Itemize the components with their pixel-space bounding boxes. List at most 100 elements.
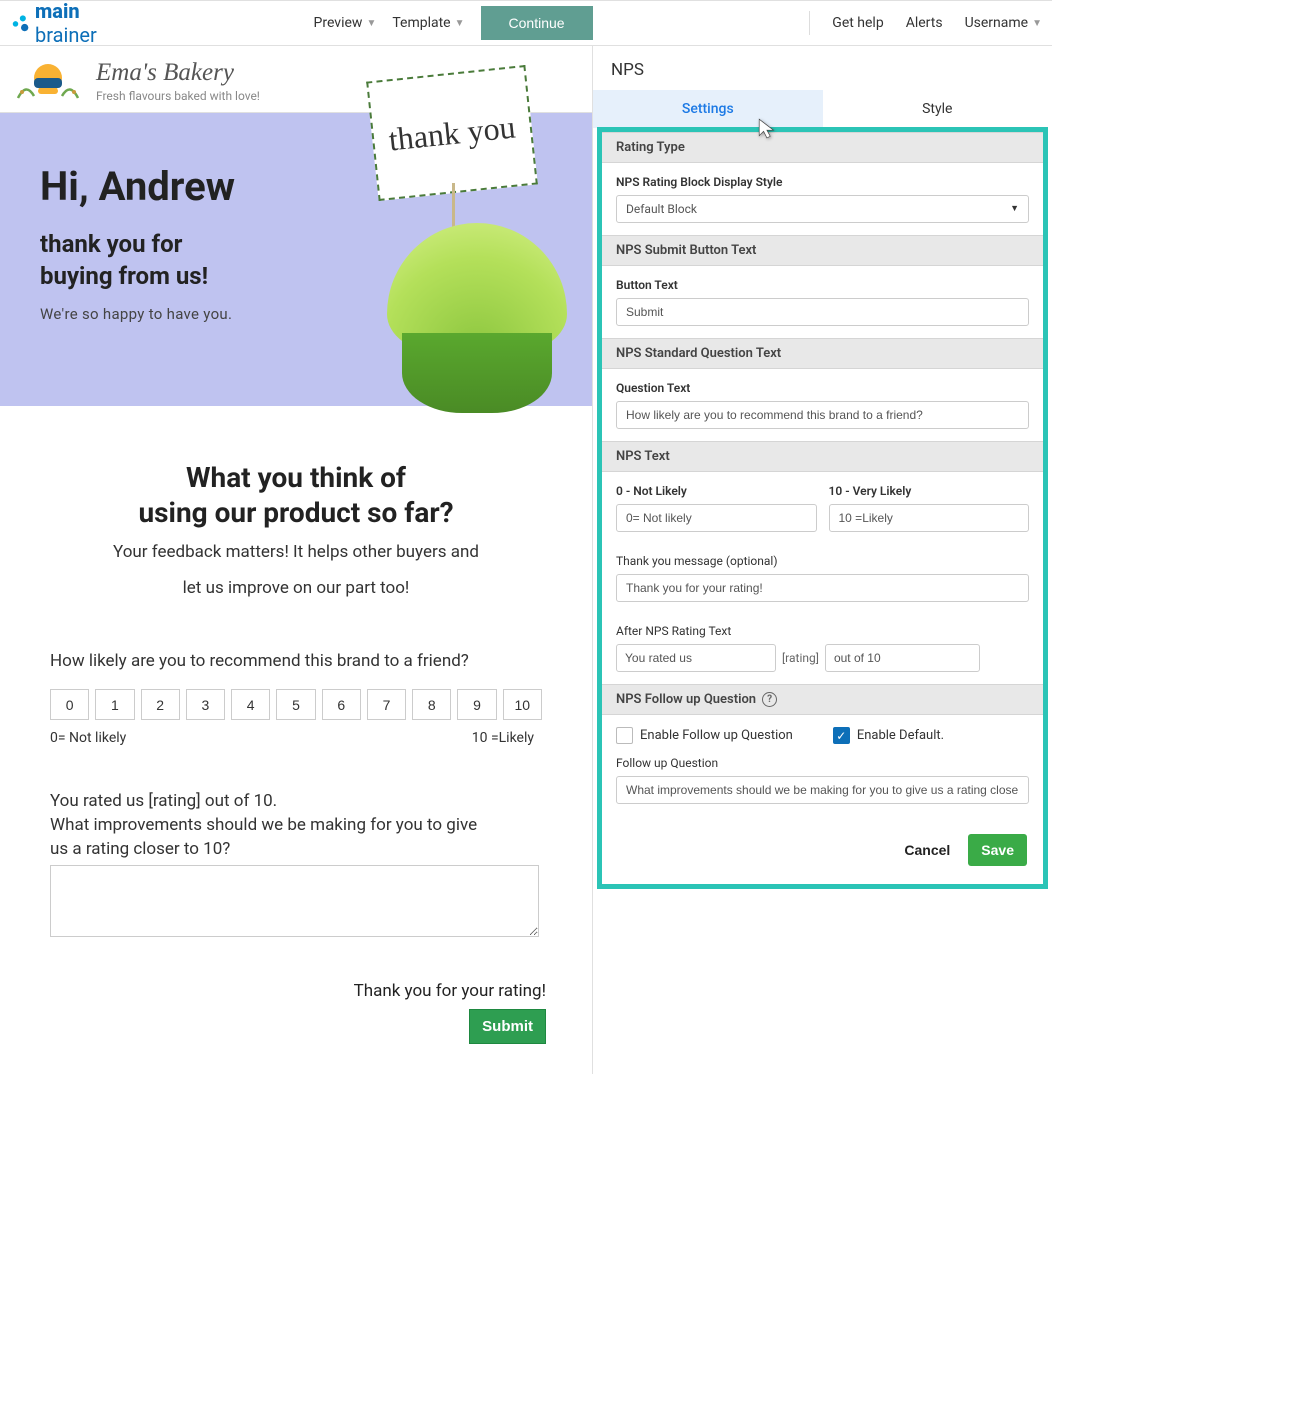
- divider: [809, 11, 810, 35]
- high-value-input[interactable]: [829, 504, 1030, 532]
- submit-text-input[interactable]: [616, 298, 1029, 326]
- chevron-down-icon: ▼: [366, 18, 376, 29]
- panel-footer: Cancel Save: [602, 816, 1043, 884]
- username-dropdown[interactable]: Username ▼: [965, 15, 1042, 31]
- survey-title-2: using our product so far?: [24, 495, 568, 530]
- feedback-textarea[interactable]: [50, 865, 539, 937]
- question-text-input[interactable]: [616, 401, 1029, 429]
- section-body-submit: Button Text: [602, 266, 1043, 338]
- username-label: Username: [965, 15, 1029, 31]
- section-header-question: NPS Standard Question Text: [602, 338, 1043, 369]
- bakery-logo-icon: [12, 56, 84, 106]
- preview-dropdown[interactable]: Preview ▼: [314, 15, 377, 31]
- thanks-message: Thank you for your rating!: [24, 981, 546, 1001]
- rated-line-1: You rated us [rating] out of 10.: [50, 790, 542, 814]
- bakery-title: Ema's Bakery: [96, 59, 260, 87]
- rating-button-9[interactable]: 9: [457, 689, 496, 720]
- section-body-followup: Enable Follow up Question ✓ Enable Defau…: [602, 715, 1043, 816]
- cupcake-cup: [402, 333, 552, 413]
- rating-button-5[interactable]: 5: [276, 689, 315, 720]
- survey-desc-1: Your feedback matters! It helps other bu…: [24, 540, 568, 566]
- help-icon[interactable]: ?: [762, 692, 777, 707]
- after-rating-post-input[interactable]: [825, 644, 980, 672]
- save-button[interactable]: Save: [968, 834, 1027, 866]
- after-rating-pre-input[interactable]: [616, 644, 776, 672]
- rating-buttons: 012345678910: [50, 689, 542, 720]
- rating-type-label: NPS Rating Block Display Style: [616, 175, 1029, 189]
- chevron-down-icon: ▼: [455, 18, 465, 29]
- highlight-box: Rating Type NPS Rating Block Display Sty…: [597, 127, 1048, 889]
- logo-text: mainbrainer: [35, 0, 97, 47]
- rated-line-2: What improvements should we be making fo…: [50, 814, 542, 838]
- bakery-subtitle: Fresh flavours baked with love!: [96, 89, 260, 103]
- rating-button-0[interactable]: 0: [50, 689, 89, 720]
- section-body-nps-text: 0 - Not Likely 10 - Very Likely Thank yo…: [602, 472, 1043, 684]
- topbar: mainbrainer Preview ▼ Template ▼ Continu…: [0, 0, 1052, 46]
- high-label: 10 - Very Likely: [829, 484, 1030, 498]
- question-text-label: Question Text: [616, 381, 1029, 395]
- app-logo: mainbrainer: [10, 0, 97, 47]
- section-body-rating-type: NPS Rating Block Display Style Default B…: [602, 163, 1043, 235]
- main: Ema's Bakery Fresh flavours baked with l…: [0, 46, 1052, 1074]
- submit-text-label: Button Text: [616, 278, 1029, 292]
- rating-button-3[interactable]: 3: [186, 689, 225, 720]
- rating-type-select[interactable]: Default Block: [616, 195, 1029, 223]
- section-body-question: Question Text: [602, 369, 1043, 441]
- logo-dots-icon: [10, 12, 32, 34]
- thanks-input[interactable]: [616, 574, 1029, 602]
- rated-line-3: us a rating closer to 10?: [50, 838, 542, 862]
- followup-q-input[interactable]: [616, 776, 1029, 804]
- rating-button-2[interactable]: 2: [141, 689, 180, 720]
- submit-button[interactable]: Submit: [469, 1009, 546, 1044]
- chevron-down-icon: ▼: [1032, 18, 1042, 29]
- thank-you-note: thank you: [366, 65, 538, 201]
- cancel-button[interactable]: Cancel: [904, 842, 950, 858]
- rated-text: You rated us [rating] out of 10. What im…: [50, 790, 542, 861]
- tab-settings[interactable]: Settings: [593, 90, 823, 128]
- cursor-icon: [757, 117, 779, 139]
- template-label: Template: [392, 15, 450, 31]
- topbar-right: Get help Alerts Username ▼: [809, 11, 1042, 35]
- rating-type-select-wrap: Default Block: [616, 195, 1029, 223]
- nps-question: How likely are you to recommend this bra…: [50, 651, 542, 671]
- enable-followup-checkbox[interactable]: Enable Follow up Question: [616, 727, 793, 744]
- rating-button-6[interactable]: 6: [322, 689, 361, 720]
- checkbox-checked-icon: ✓: [833, 727, 850, 744]
- rating-button-8[interactable]: 8: [412, 689, 451, 720]
- scale-low-label: 0= Not likely: [50, 730, 126, 746]
- checkbox-unchecked-icon: [616, 727, 633, 744]
- panel-title: NPS: [593, 46, 1052, 90]
- survey-section: What you think of using our product so f…: [0, 406, 592, 1074]
- alerts-link[interactable]: Alerts: [906, 15, 943, 31]
- tabs: Settings Style: [593, 90, 1052, 128]
- cupcake-illustration: thank you: [382, 73, 582, 423]
- survey-title-1: What you think of: [24, 460, 568, 495]
- after-rating-label: After NPS Rating Text: [616, 624, 1029, 638]
- preview-column: Ema's Bakery Fresh flavours baked with l…: [0, 46, 593, 1074]
- low-value-input[interactable]: [616, 504, 817, 532]
- rating-button-7[interactable]: 7: [367, 689, 406, 720]
- rating-button-1[interactable]: 1: [95, 689, 134, 720]
- thanks-row: Thank you for your rating! Submit: [24, 981, 568, 1044]
- after-rating-mid: [rating]: [782, 651, 819, 665]
- hero-section: Hi, Andrew thank you for buying from us!…: [0, 113, 592, 406]
- section-header-followup: NPS Follow up Question ?: [602, 684, 1043, 715]
- after-rating-row: [rating]: [616, 644, 1029, 672]
- section-header-rating-type: Rating Type: [602, 132, 1043, 163]
- scale-labels: 0= Not likely 10 =Likely: [50, 730, 534, 746]
- rating-button-4[interactable]: 4: [231, 689, 270, 720]
- section-header-submit: NPS Submit Button Text: [602, 235, 1043, 266]
- scale-high-label: 10 =Likely: [472, 730, 534, 746]
- question-block: How likely are you to recommend this bra…: [24, 651, 568, 941]
- checkbox-row: Enable Follow up Question ✓ Enable Defau…: [616, 727, 1029, 744]
- template-dropdown[interactable]: Template ▼: [392, 15, 464, 31]
- followup-q-label: Follow up Question: [616, 756, 1029, 770]
- settings-panel: NPS Settings Style Rating Type NPS Ratin…: [593, 46, 1052, 1074]
- enable-default-label: Enable Default.: [857, 728, 944, 743]
- continue-button[interactable]: Continue: [481, 6, 593, 40]
- get-help-link[interactable]: Get help: [832, 15, 883, 31]
- rating-button-10[interactable]: 10: [503, 689, 542, 720]
- tab-style[interactable]: Style: [823, 90, 1053, 128]
- enable-default-checkbox[interactable]: ✓ Enable Default.: [833, 727, 944, 744]
- bakery-text: Ema's Bakery Fresh flavours baked with l…: [96, 59, 260, 103]
